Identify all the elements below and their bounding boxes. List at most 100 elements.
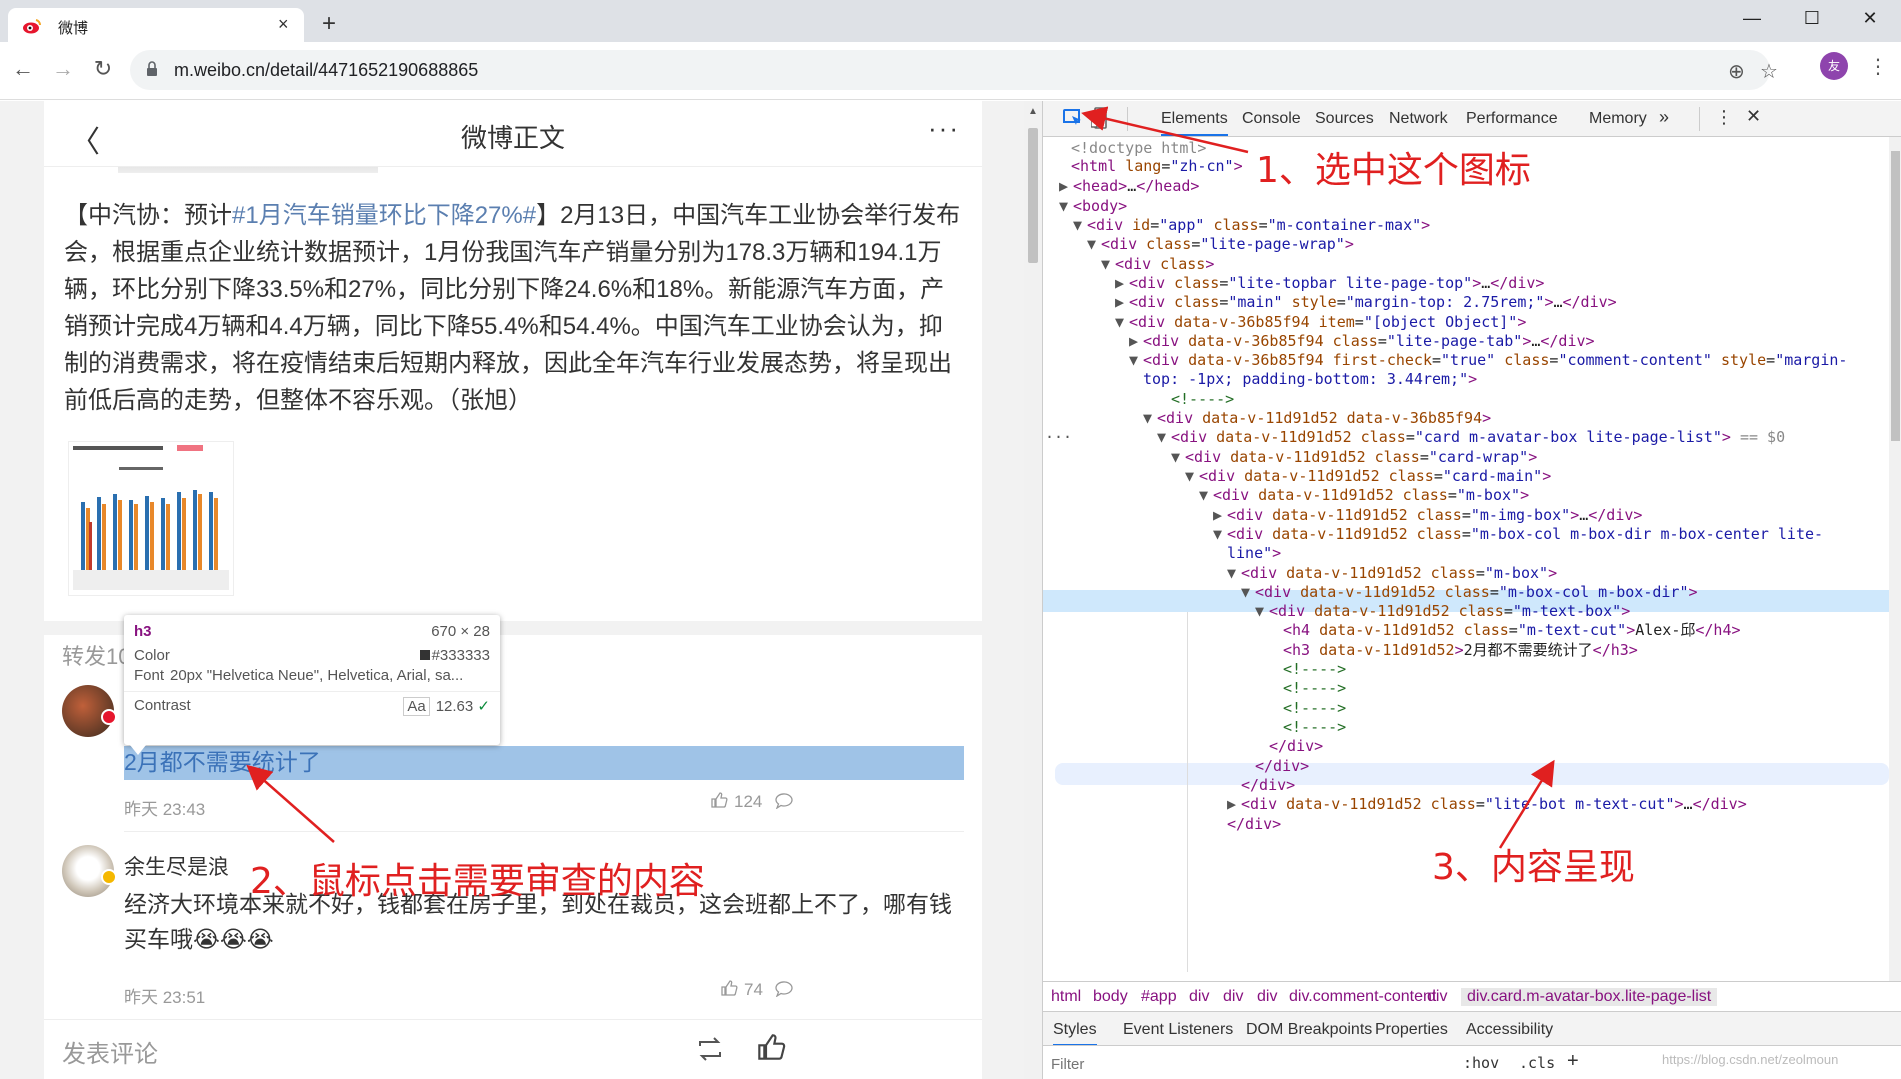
subtab-styles[interactable]: Styles <box>1053 1021 1097 1046</box>
comment-time: 昨天 23:51 <box>124 988 206 1007</box>
tree-line[interactable]: <!----> <box>1283 677 1346 699</box>
breadcrumb-item[interactable]: #app <box>1141 988 1177 1006</box>
tree-line[interactable]: ▼ <div data-v-11d91d52 class="m-box-col m… <box>1213 523 1823 545</box>
repost-icon[interactable] <box>696 1036 724 1062</box>
tree-line[interactable]: </div> <box>1269 735 1323 757</box>
thumbs-up-icon[interactable] <box>710 791 728 809</box>
minimize-button[interactable]: — <box>1732 8 1772 29</box>
subtab-properties[interactable]: Properties <box>1375 1021 1448 1039</box>
post-comment-button[interactable]: 发表评论 <box>62 1034 158 1069</box>
tree-line[interactable]: ▼ <div data-v-11d91d52 class="m-box"> <box>1199 484 1529 506</box>
tab-memory[interactable]: Memory <box>1589 110 1647 128</box>
tab-elements[interactable]: Elements <box>1161 110 1228 136</box>
page-scrollbar-thumb[interactable] <box>1028 128 1038 263</box>
thumbs-up-icon[interactable] <box>720 979 738 997</box>
devtools-close-icon[interactable]: ✕ <box>1746 106 1761 127</box>
tree-line[interactable]: ▶ <head>…</head> <box>1059 175 1199 197</box>
lock-icon <box>147 61 157 76</box>
tooltip-color-value: #333333 <box>431 647 490 664</box>
add-bookmark-circle-icon[interactable]: ⊕ <box>1728 59 1745 84</box>
close-window-button[interactable]: ✕ <box>1850 8 1890 29</box>
breadcrumb-item-current[interactable]: div.card.m-avatar-box.lite-page-list <box>1461 988 1718 1006</box>
url-text: m.weibo.cn/detail/4471652190688865 <box>174 60 479 80</box>
tree-line[interactable]: ▶ <div class="main" style="margin-top: 2.… <box>1115 291 1617 313</box>
inspect-tooltip: h3 670 × 28 Color #333333 Font 20px "Helvet… <box>124 615 500 755</box>
tab-title: 微博 <box>58 20 89 37</box>
subtab-dom-breakpoints[interactable]: DOM Breakpoints <box>1246 1021 1372 1039</box>
tree-line-selected[interactable]: ▼ <div data-v-11d91d52 class="card m-avat… <box>1157 426 1785 448</box>
forward-arrow-icon[interactable]: → <box>48 56 78 82</box>
scrolled-meta-strip <box>118 167 418 175</box>
like-icon[interactable] <box>756 1032 786 1062</box>
star-icon[interactable]: ☆ <box>1760 59 1778 84</box>
tab-close-icon[interactable]: × <box>278 14 289 35</box>
new-tab-button[interactable]: + <box>322 10 336 38</box>
chart-thumbnail-image <box>73 445 229 590</box>
styles-filter-input[interactable] <box>1051 1053 1351 1075</box>
devtools-tabbar: Elements Console Sources Network Perform… <box>1043 101 1901 137</box>
tooltip-contrast-value: 12.63 <box>435 698 474 715</box>
weibo-favicon-icon <box>23 19 41 34</box>
browser-tab[interactable]: 微博 × <box>8 8 304 42</box>
hov-toggle[interactable]: :hov <box>1463 1054 1499 1072</box>
reply-bubble-icon[interactable] <box>774 793 794 809</box>
breadcrumb-item[interactable]: div <box>1223 988 1243 1006</box>
tree-line[interactable]: ▶ <div data-v-11d91d52 class="lite-bot m-… <box>1227 793 1747 815</box>
breadcrumb-item[interactable]: div <box>1257 988 1277 1006</box>
elements-scrollbar-thumb[interactable] <box>1891 151 1900 441</box>
back-arrow-icon[interactable]: ← <box>8 56 38 82</box>
tab-console[interactable]: Console <box>1242 110 1301 128</box>
selected-node-ellipsis[interactable]: ··· <box>1045 426 1072 448</box>
device-toolbar-icon[interactable] <box>1091 107 1107 129</box>
tab-performance[interactable]: Performance <box>1466 110 1558 128</box>
like-count: 74 <box>744 980 763 999</box>
breadcrumb-item[interactable]: div.comment-content <box>1289 988 1436 1006</box>
address-bar[interactable]: m.weibo.cn/detail/4471652190688865 ⊕ ☆ <box>130 50 1778 90</box>
more-tabs-icon[interactable]: » <box>1659 107 1669 128</box>
tree-line[interactable]: top: -1px; padding-bottom: 3.44rem;"> <box>1143 368 1477 390</box>
tooltip-color-label: Color <box>134 647 170 664</box>
subtab-event-listeners[interactable]: Event Listeners <box>1123 1021 1233 1039</box>
post-prefix: 【中汽协：预计 <box>64 202 232 229</box>
tooltip-contrast-label: Contrast <box>134 697 191 714</box>
thumbnail-bars <box>81 490 218 570</box>
like-count: 124 <box>734 792 763 811</box>
repost-tab[interactable]: 转发10 <box>62 639 130 671</box>
subtab-accessibility[interactable]: Accessibility <box>1466 1021 1553 1039</box>
comment-author[interactable]: 余生尽是浪 <box>124 851 229 881</box>
indent-guide <box>1187 612 1188 972</box>
post-text: 【中汽协：预计#1月汽车销量环比下降27%#】2月13日，中国汽车工业协会举行发… <box>64 197 964 419</box>
post-hashtag[interactable]: #1月汽车销量环比下降27%# <box>232 202 536 229</box>
tooltip-font-label: Font <box>134 667 165 684</box>
post-image[interactable] <box>68 441 234 596</box>
tree-line[interactable]: ▼ <div class="lite-page-wrap"> <box>1087 233 1354 255</box>
tree-line[interactable]: <html lang="zh-cn"> <box>1071 155 1243 177</box>
reload-icon[interactable]: ↻ <box>88 56 118 82</box>
scroll-up-icon[interactable]: ▲ <box>1028 106 1038 117</box>
devtools-menu-icon[interactable]: ⋮ <box>1715 107 1733 128</box>
breadcrumb-item[interactable]: div <box>1189 988 1209 1006</box>
devtools-panel: Elements Console Sources Network Perform… <box>1042 101 1901 1079</box>
tree-line[interactable]: </div> <box>1227 813 1281 835</box>
profile-avatar[interactable]: 友 <box>1820 52 1848 80</box>
reply-bubble-icon[interactable] <box>774 981 794 997</box>
tooltip-font-value: 20px "Helvetica Neue", Helvetica, Arial,… <box>170 667 464 684</box>
tree-line[interactable]: <h4 data-v-11d91d52 class="m-text-cut">A… <box>1283 619 1741 641</box>
more-icon[interactable]: ··· <box>928 113 960 144</box>
maximize-button[interactable]: ☐ <box>1792 8 1832 29</box>
tab-sources[interactable]: Sources <box>1315 110 1374 128</box>
tab-network[interactable]: Network <box>1389 110 1448 128</box>
toolbar: ← → ↻ m.weibo.cn/detail/4471652190688865… <box>0 42 1901 100</box>
chrome-menu-icon[interactable]: ⋮ <box>1868 54 1888 79</box>
cls-toggle[interactable]: .cls <box>1519 1054 1555 1072</box>
new-style-rule-button[interactable]: + <box>1567 1050 1579 1073</box>
tree-line[interactable]: line"> <box>1227 542 1281 564</box>
breadcrumb-item[interactable]: body <box>1093 988 1128 1006</box>
page-title: 微博正文 <box>460 123 565 153</box>
weibo-mobile-page: 〈 微博正文 ··· 【中汽协：预计#1月汽车销量环比下降27%#】2月13日，… <box>44 101 982 1079</box>
annotation-step1: 1、选中这个图标 <box>1256 150 1531 191</box>
breadcrumb-item[interactable]: html <box>1051 988 1081 1006</box>
color-swatch <box>419 650 430 660</box>
breadcrumb-item[interactable]: div <box>1427 988 1447 1006</box>
inspect-element-icon[interactable] <box>1063 109 1083 127</box>
